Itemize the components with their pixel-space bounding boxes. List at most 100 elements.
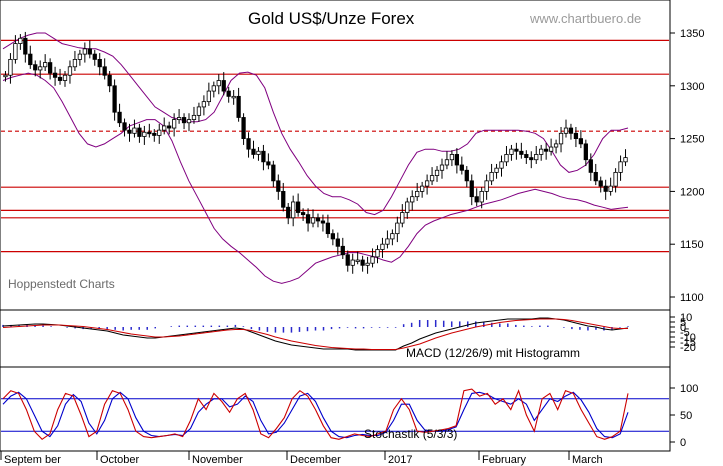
candle-body: [360, 259, 365, 266]
candle-body: [464, 169, 469, 182]
candle-body: [380, 243, 385, 250]
candle-body: [97, 59, 102, 68]
month-label: November: [192, 454, 243, 466]
candle-body: [281, 190, 286, 208]
candle-body: [102, 66, 107, 76]
candle-body: [524, 154, 529, 159]
candle-body: [226, 90, 231, 97]
candle-body: [231, 95, 236, 99]
month-label: March: [572, 454, 603, 466]
candle-body: [509, 148, 514, 155]
candle-body: [618, 161, 623, 173]
candle-body: [28, 53, 33, 66]
candle-body: [23, 37, 28, 55]
candle-body: [171, 119, 177, 129]
candle-body: [405, 201, 410, 213]
candle-body: [13, 43, 18, 60]
candle-body: [385, 238, 390, 245]
month-label: October: [100, 454, 139, 466]
price-tick-label: 1300: [680, 81, 704, 93]
candle-body: [370, 256, 375, 264]
candle-body: [395, 222, 400, 235]
candle-body: [613, 171, 618, 187]
candle-body: [62, 74, 68, 81]
candle-body: [608, 185, 613, 192]
candle-body: [132, 127, 137, 134]
candle-body: [276, 180, 281, 192]
candle-body: [534, 154, 539, 161]
candle-body: [504, 154, 509, 163]
watermark: Hoppenstedt Charts: [8, 277, 115, 291]
candle-body: [474, 196, 479, 203]
candle-body: [266, 161, 271, 166]
candle-body: [365, 262, 370, 266]
candle-body: [375, 249, 380, 258]
candle-body: [117, 111, 122, 124]
candle-body: [479, 190, 484, 203]
candle-body: [563, 127, 569, 134]
candle-body: [152, 132, 157, 136]
candle-body: [147, 131, 152, 135]
price-tick-label: 1200: [680, 186, 704, 198]
candle-body: [539, 148, 544, 155]
candle-body: [390, 233, 395, 240]
candle-body: [623, 157, 628, 163]
candle-body: [211, 85, 216, 92]
stochastic-tick-label: 100: [680, 383, 698, 395]
candle-body: [201, 101, 207, 108]
candle-body: [548, 146, 554, 152]
candle-body: [67, 66, 73, 76]
candle-body: [494, 167, 499, 173]
candle-body: [206, 90, 211, 103]
candle-body: [291, 201, 296, 219]
candle-body: [57, 76, 63, 81]
candle-body: [345, 254, 350, 266]
candle-body: [444, 159, 450, 166]
candle-body: [296, 201, 301, 213]
candle-body: [241, 117, 246, 140]
price-tick-label: 1250: [680, 134, 704, 146]
candle-body: [191, 114, 197, 120]
price-panel: [0, 0, 671, 311]
candle-body: [568, 127, 574, 134]
candle-body: [459, 164, 464, 171]
candle-body: [33, 64, 38, 71]
candle-body: [449, 154, 455, 161]
candle-body: [186, 119, 192, 124]
candle-body: [519, 150, 524, 155]
stochastic-axis: 100 50 0: [670, 383, 698, 449]
candle-body: [167, 125, 172, 129]
candle-body: [320, 220, 326, 224]
candle-body: [82, 48, 87, 55]
candle-body: [305, 214, 311, 224]
candle-body: [72, 59, 78, 68]
candle-body: [112, 85, 117, 113]
candle-body: [340, 245, 345, 256]
candle-body: [330, 233, 335, 240]
candle-body: [310, 217, 316, 224]
month-label: Septem ber: [4, 454, 61, 466]
candle-body: [583, 143, 588, 161]
stochastic-tick-label: 50: [680, 410, 692, 422]
candle-body: [8, 59, 13, 76]
candle-body: [489, 171, 494, 182]
candle-body: [573, 132, 579, 140]
gold-chart: Gold US$/Unze Forex www.chartbuero.de Ho…: [0, 0, 704, 466]
candle-body: [122, 122, 127, 131]
macd-label: MACD (12/26/9) mit Histogramm: [406, 346, 580, 360]
month-label: December: [290, 454, 341, 466]
candle-body: [469, 180, 474, 198]
candle-body: [176, 117, 182, 120]
candle-body: [315, 217, 321, 222]
candle-body: [434, 169, 440, 176]
candle-body: [107, 74, 112, 87]
candle-body: [157, 129, 162, 136]
candle-body: [181, 117, 187, 124]
candle-body: [3, 74, 8, 78]
candle-body: [162, 125, 167, 131]
candle-body: [420, 185, 425, 192]
candle-body: [92, 53, 97, 60]
candle-body: [286, 206, 291, 219]
candle-body: [261, 150, 266, 163]
site-label: www.chartbuero.de: [529, 11, 641, 26]
